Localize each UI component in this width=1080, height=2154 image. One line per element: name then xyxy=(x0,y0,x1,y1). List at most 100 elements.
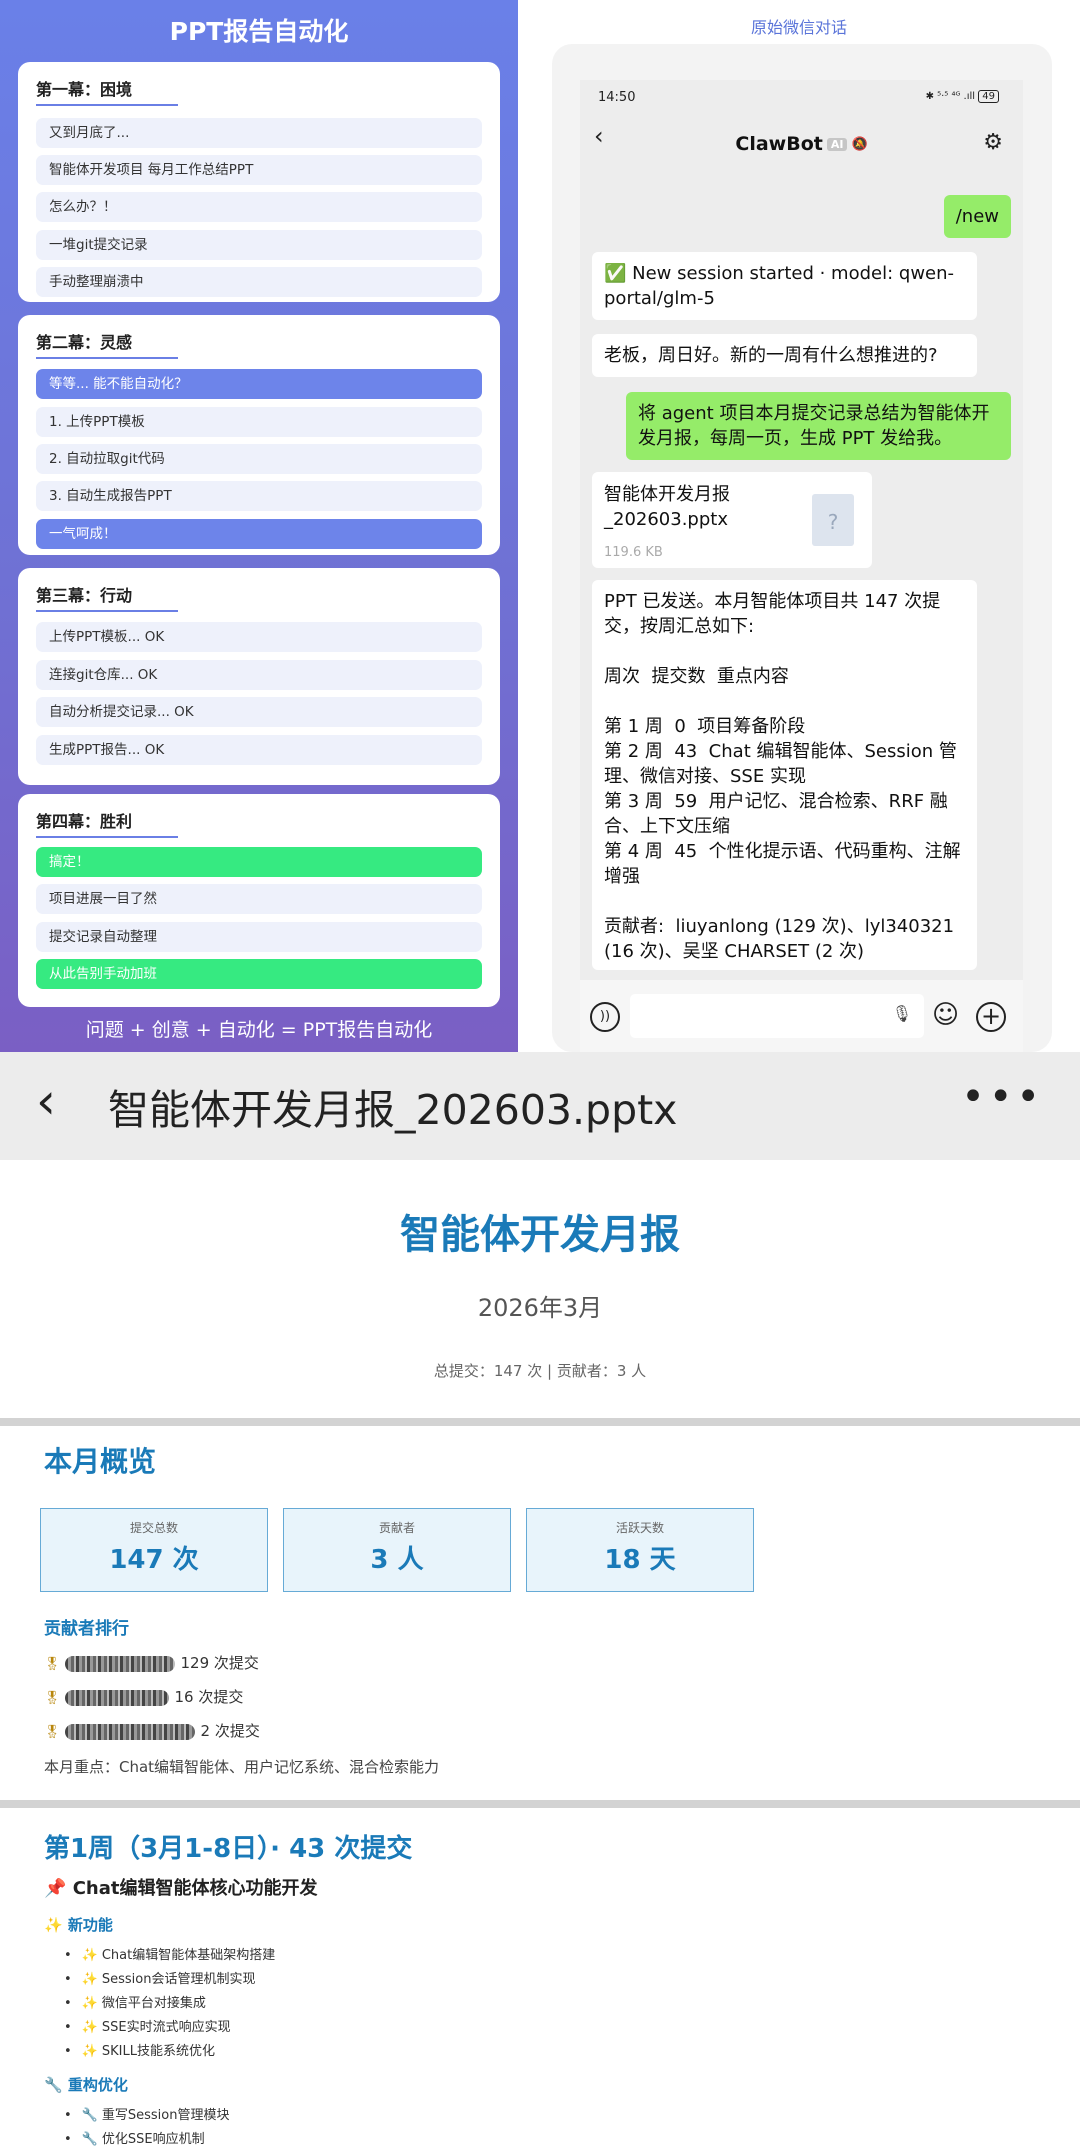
week-subtitle: 📌 Chat编辑智能体核心功能开发 xyxy=(44,1874,317,1900)
story-title: PPT报告自动化 xyxy=(169,17,349,46)
chat-screen: 14:50 ✱ ⁵·⁵ ⁴ᴳ .ıll 49 ‹ ClawBot AI 🔕 ⚙ /n… xyxy=(580,80,1023,1052)
mic-icon[interactable]: 🎙 xyxy=(892,1004,912,1023)
emoji-icon[interactable]: ☺ xyxy=(932,1000,959,1030)
list-item: • ✨ SSE实时流式响应实现 xyxy=(64,2020,231,2035)
act-item: 连接git仓库... OK xyxy=(36,660,482,690)
message-outgoing: /new xyxy=(943,195,1011,238)
summary-line: 周次 提交数 重点内容 xyxy=(604,666,789,687)
stat-label: 贡献者 xyxy=(378,1521,415,1535)
act-card-3: 第三幕：行动 上传PPT模板... OK 连接git仓库... OK 自动分析提… xyxy=(18,568,500,785)
monthly-focus: 本月重点：Chat编辑智能体、用户记忆系统、混合检索能力 xyxy=(44,1758,440,1776)
voice-icon[interactable]: )) xyxy=(590,1002,620,1032)
new-features-heading: ✨ 新功能 xyxy=(44,1914,113,1935)
act-card-1: 第一幕：困境 又到月底了... 智能体开发项目 每月工作总结PPT 怎么办？！ … xyxy=(18,62,500,302)
slide-divider xyxy=(0,1800,1080,1808)
file-message[interactable]: 智能体开发月报_202603.pptx 119.6 KB ? xyxy=(592,472,872,568)
contributor-row: 🎖 129 次提交 xyxy=(44,1652,259,1673)
report-summary: 总提交：147 次 | 贡献者：3 人 xyxy=(433,1362,647,1380)
sparkle-icon: ✨ xyxy=(81,1972,98,1987)
back-chevron-icon[interactable]: ‹ xyxy=(36,1072,56,1130)
gear-icon[interactable]: ⚙ xyxy=(983,130,1003,155)
act-item: 项目进展一目了然 xyxy=(36,884,482,914)
contributor-row: 🎖 2 次提交 xyxy=(44,1720,260,1741)
act-item: 手动整理崩溃中 xyxy=(36,267,482,297)
sparkle-icon: ✨ xyxy=(81,2020,98,2035)
message-incoming: 老板，周日好。新的一周有什么想推进的? xyxy=(592,334,977,377)
chat-header: ClawBot AI 🔕 xyxy=(580,133,1023,155)
file-unknown-icon: ? xyxy=(812,494,854,546)
summary-line xyxy=(604,639,965,664)
chat-input-bar: )) 🎙 ☺ + xyxy=(580,980,1023,1052)
act-item: 1. 上传PPT模板 xyxy=(36,407,482,437)
week-subtitle-text: Chat编辑智能体核心功能开发 xyxy=(72,1878,318,1899)
act-item: 生成PPT报告... OK xyxy=(36,735,482,765)
contributor-count: 129 次提交 xyxy=(180,1654,259,1672)
stat-card: 活跃天数 18 天 xyxy=(526,1508,754,1592)
item-text: Session会话管理机制实现 xyxy=(101,1972,256,1987)
act-item-success: 从此告别手动加班 xyxy=(36,959,482,989)
stat-card: 贡献者 3 人 xyxy=(283,1508,511,1592)
act-item-highlight: 一气呵成！ xyxy=(36,519,482,549)
plus-icon[interactable]: + xyxy=(976,1002,1006,1032)
sparkle-icon: ✨ xyxy=(81,2044,98,2059)
sparkle-icon: ✨ xyxy=(81,1996,98,2011)
redacted-name xyxy=(64,1655,175,1672)
act-item: 智能体开发项目 每月工作总结PPT xyxy=(36,155,482,185)
act-title: 第一幕：困境 xyxy=(36,76,178,106)
more-options-icon[interactable]: ••• xyxy=(961,1074,1044,1120)
report-title: 智能体开发月报 xyxy=(400,1212,680,1258)
list-item: • ✨ 微信平台对接集成 xyxy=(64,1996,206,2011)
stat-label: 活跃天数 xyxy=(615,1521,664,1535)
summary-line: 第 4 周 45 个性化提示语、代码重构、注解增强 xyxy=(604,841,961,887)
act-item: 3. 自动生成报告PPT xyxy=(36,481,482,511)
battery-icon: 49 xyxy=(978,90,999,103)
summary-line: 第 2 周 43 Chat 编辑智能体、Session 管理、微信对接、SSE … xyxy=(604,741,957,787)
act-item: 自动分析提交记录... OK xyxy=(36,697,482,727)
act-item: 2. 自动拉取git代码 xyxy=(36,444,482,474)
sparkle-icon: ✨ xyxy=(44,1916,68,1934)
act-item: 一堆git提交记录 xyxy=(36,230,482,260)
pin-icon: 📌 xyxy=(44,1878,73,1899)
list-item: • 🔧 重写Session管理模块 xyxy=(64,2108,230,2123)
list-item: • 🔧 优化SSE响应机制 xyxy=(64,2132,205,2147)
summary-line: 贡献者: liuyanlong (129 次)、lyl340321 (16 次)… xyxy=(604,916,960,962)
item-text: 微信平台对接集成 xyxy=(101,1996,206,2011)
stat-value: 18 天 xyxy=(604,1545,676,1575)
act-title: 第三幕：行动 xyxy=(36,582,178,612)
act-card-2: 第二幕：灵感 等等... 能不能自动化？ 1. 上传PPT模板 2. 自动拉取g… xyxy=(18,315,500,555)
heading-text: 重构优化 xyxy=(67,2076,128,2094)
story-panel: PPT报告自动化 第一幕：困境 又到月底了... 智能体开发项目 每月工作总结P… xyxy=(0,0,518,1052)
wechat-panel: 原始微信对话 14:50 ✱ ⁵·⁵ ⁴ᴳ .ıll 49 ‹ ClawBot A… xyxy=(518,0,1080,1052)
file-name: 智能体开发月报_202603.pptx xyxy=(604,484,730,530)
file-size: 119.6 KB xyxy=(604,545,663,560)
signal-icons: ✱ ⁵·⁵ ⁴ᴳ .ıll xyxy=(925,91,976,102)
ai-badge: AI xyxy=(826,138,848,151)
heading-text: 新功能 xyxy=(67,1916,113,1934)
act-item-highlight: 等等... 能不能自动化？ xyxy=(36,369,482,399)
status-time: 14:50 xyxy=(598,90,636,105)
wrench-icon: 🔧 xyxy=(81,2108,98,2123)
week-title: 第1周（3月1-8日）· 43 次提交 xyxy=(44,1834,413,1864)
medal-icon: 🎖 xyxy=(44,1657,61,1672)
summary-line: 第 1 周 0 项目筹备阶段 xyxy=(604,716,806,737)
panel-title: 原始微信对话 xyxy=(750,18,847,37)
medal-icon: 🎖 xyxy=(44,1691,61,1706)
item-text: Chat编辑智能体基础架构搭建 xyxy=(101,1948,276,1963)
medal-icon: 🎖 xyxy=(44,1725,61,1740)
ranking-heading: 贡献者排行 xyxy=(44,1619,129,1639)
act-item-success: 搞定！ xyxy=(36,847,482,877)
list-item: • ✨ SKILL技能系统优化 xyxy=(64,2044,215,2059)
item-text: 重写Session管理模块 xyxy=(101,2108,230,2123)
story-footer: 问题 + 创意 + 自动化 = PPT报告自动化 xyxy=(85,1019,433,1041)
message-input[interactable]: 🎙 xyxy=(630,994,924,1038)
contributor-row: 🎖 16 次提交 xyxy=(44,1686,243,1707)
item-text: 优化SSE响应机制 xyxy=(101,2132,205,2147)
pptx-viewer: ‹ 智能体开发月报_202603.pptx ••• 智能体开发月报 2026年3… xyxy=(0,1052,1080,2154)
refactor-heading: 🔧 重构优化 xyxy=(44,2074,128,2095)
viewer-header: ‹ 智能体开发月报_202603.pptx ••• xyxy=(0,1052,1080,1160)
summary-line xyxy=(604,889,965,914)
contributor-count: 16 次提交 xyxy=(174,1688,244,1706)
wrench-icon: 🔧 xyxy=(44,2076,68,2094)
contributor-count: 2 次提交 xyxy=(200,1722,260,1740)
act-item: 又到月底了... xyxy=(36,118,482,148)
